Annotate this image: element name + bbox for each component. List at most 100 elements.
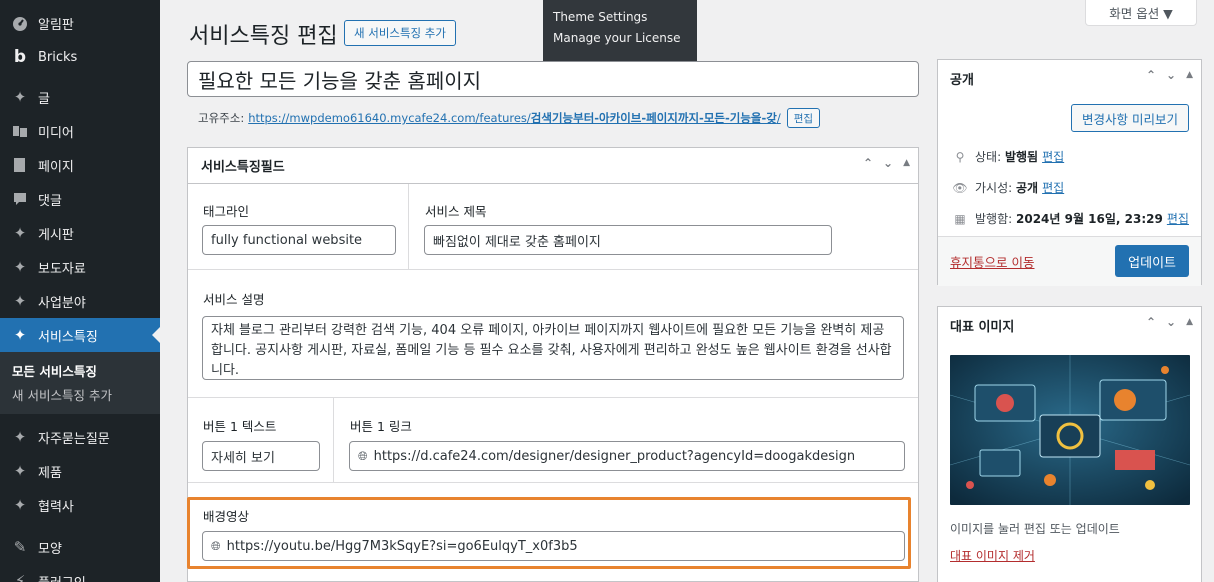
visibility-row: 👁︎ 가시성: 공개 편집 [951,179,1064,196]
featured-caption: 이미지를 눌러 편집 또는 업데이트 [950,522,1120,536]
sidebar-item-label: 사업분야 [38,295,86,311]
globe-icon: 🌐︎ [211,538,221,553]
submenu-all-features[interactable]: 모든 서비스특징 [0,358,160,382]
submenu-add-feature[interactable]: 새 서비스특징 추가 [0,382,160,406]
toggle-panel-icon[interactable]: ▲ [1186,70,1193,82]
permalink-trailing: / [776,111,781,125]
move-down-icon[interactable]: ⌄ [883,156,893,170]
menu-item-theme-settings[interactable]: Theme Settings [553,10,697,31]
status-value: 발행됨 [1004,150,1039,164]
page-icon [10,155,30,175]
sidebar-item-comments[interactable]: 댓글 [0,182,160,216]
pin-icon: ✦ [13,326,27,344]
row-divider [188,269,918,270]
sidebar-item-media[interactable]: 미디어 [0,114,160,148]
sidebar-item-dashboard[interactable]: 알림판 [0,6,160,40]
post-title-input[interactable]: 필요한 모든 기능을 갖춘 홈페이지 [187,61,919,97]
toggle-panel-icon[interactable]: ▲ [903,158,910,170]
visibility-value: 공개 [1016,181,1039,195]
permalink-label: 고유주소: [198,111,245,125]
bg-video-input[interactable]: 🌐︎ https://youtu.be/Hgg7M3kSqyE?si=go6Eu… [202,531,905,561]
sidebar-item-label: 댓글 [38,193,62,209]
sidebar-item-business[interactable]: ✦ 사업분야 [0,284,160,318]
eye-icon: 👁︎ [952,180,968,195]
sidebar-item-pages[interactable]: 페이지 [0,148,160,182]
bg-video-value: https://youtu.be/Hgg7M3kSqyE?si=go6Eulqy… [226,538,578,554]
edit-status-link[interactable]: 편집 [1042,148,1064,165]
service-title-input[interactable]: 빠짐없이 제대로 갖춘 홈페이지 [424,225,832,255]
sidebar-item-label: 알림판 [38,17,74,33]
add-new-feature-button[interactable]: 새 서비스특징 추가 [344,20,456,46]
preview-changes-button[interactable]: 변경사항 미리보기 [1071,104,1189,132]
button1-text-label: 버튼 1 텍스트 [203,419,277,434]
featured-title: 대표 이미지 [950,319,1015,335]
row-divider [188,397,918,398]
move-up-icon[interactable]: ⌃ [1146,315,1156,329]
pin-icon: ✦ [13,462,27,480]
globe-icon: 🌐︎ [358,448,368,463]
row-divider [188,482,918,483]
publish-title: 공개 [950,72,974,88]
move-down-icon[interactable]: ⌄ [1166,315,1176,329]
service-title-label: 서비스 제목 [425,204,487,219]
sidebar-item-features[interactable]: ✦ 서비스특징 [0,318,160,352]
menu-item-manage-license[interactable]: Manage your License [553,31,697,52]
sidebar-item-label: 서비스특징 [38,329,98,345]
column-divider [408,184,409,269]
edit-visibility-link[interactable]: 편집 [1042,179,1064,196]
tagline-input[interactable]: fully functional website [202,225,396,255]
permalink-slug: 검색기능부터-아카이브-페이지까지-모든-기능을-갖 [530,111,777,125]
tagline-label: 태그라인 [203,204,250,219]
button1-link-label: 버튼 1 링크 [350,419,412,434]
sidebar-item-appearance[interactable]: ✎ 모양 [0,530,160,564]
edit-date-link[interactable]: 편집 [1167,210,1189,227]
description-textarea[interactable]: 자체 블로그 관리부터 강력한 검색 기능, 404 오류 페이지, 아카이브 … [202,316,904,380]
status-label: 상태: [975,150,1002,164]
sidebar-item-faq[interactable]: ✦ 자주묻는질문 [0,420,160,454]
sidebar-item-label: 협력사 [38,499,74,515]
button1-text-input[interactable]: 자세히 보기 [202,441,320,471]
toggle-panel-icon[interactable]: ▲ [1186,317,1193,329]
sidebar-item-label: 글 [38,91,50,107]
brush-icon: ✎ [13,538,27,556]
metabox-controls: ⌃ ⌄ ▲ [863,156,910,170]
pin-icon: ✦ [13,88,27,106]
page-title: 서비스특징 편집 [189,24,338,49]
move-to-trash-link[interactable]: 휴지통으로 이동 [950,252,1034,271]
update-button[interactable]: 업데이트 [1115,245,1189,277]
pin-icon: ✦ [13,224,27,242]
sidebar-item-label: 플러그인 [38,572,86,582]
move-up-icon[interactable]: ⌃ [1146,68,1156,82]
features-submenu: 모든 서비스특징 새 서비스특징 추가 [0,352,160,414]
move-down-icon[interactable]: ⌄ [1166,68,1176,82]
permalink-link[interactable]: https://mwpdemo61640.mycafe24.com/featur… [248,110,781,126]
sidebar-item-plugins[interactable]: ⚡ 플러그인 [0,564,160,582]
button1-link-value: https://d.cafe24.com/designer/designer_p… [373,448,856,464]
sidebar-item-label: 보도자료 [38,261,86,277]
published-row: ▦ 발행함: 2024년 9월 16일, 23:29 편집 [951,210,1189,227]
panel-controls: ⌃ ⌄ ▲ [1146,315,1193,329]
remove-featured-link[interactable]: 대표 이미지 제거 [950,547,1035,564]
media-icon [10,121,30,141]
bricks-icon: b [13,47,27,67]
publish-actions: 휴지통으로 이동 업데이트 [938,236,1201,286]
edit-slug-button[interactable]: 편집 [786,108,821,128]
bg-video-label: 배경영상 [203,509,250,524]
sidebar-item-board[interactable]: ✦ 게시판 [0,216,160,250]
published-label: 발행함: [975,212,1013,226]
move-up-icon[interactable]: ⌃ [863,156,873,170]
sidebar-item-label: 모양 [38,541,62,557]
sidebar-item-label: Bricks [38,49,78,65]
screen-options-button[interactable]: 화면 옵션 ▼ [1085,0,1197,26]
sidebar-item-posts[interactable]: ✦ 글 [0,80,160,114]
permalink-row: 고유주소: https://mwpdemo61640.mycafe24.com/… [198,108,821,128]
sidebar-item-partners[interactable]: ✦ 협력사 [0,488,160,522]
sidebar-item-press[interactable]: ✦ 보도자료 [0,250,160,284]
featured-image[interactable] [950,355,1190,505]
sidebar-item-label: 게시판 [38,227,74,243]
sidebar-item-products[interactable]: ✦ 제품 [0,454,160,488]
metabox-title: 서비스특징필드 [201,160,285,175]
button1-link-input[interactable]: 🌐︎ https://d.cafe24.com/designer/designe… [349,441,905,471]
sidebar-item-bricks[interactable]: b Bricks [0,40,160,74]
status-row: ⚲ 상태: 발행됨 편집 [951,148,1065,165]
